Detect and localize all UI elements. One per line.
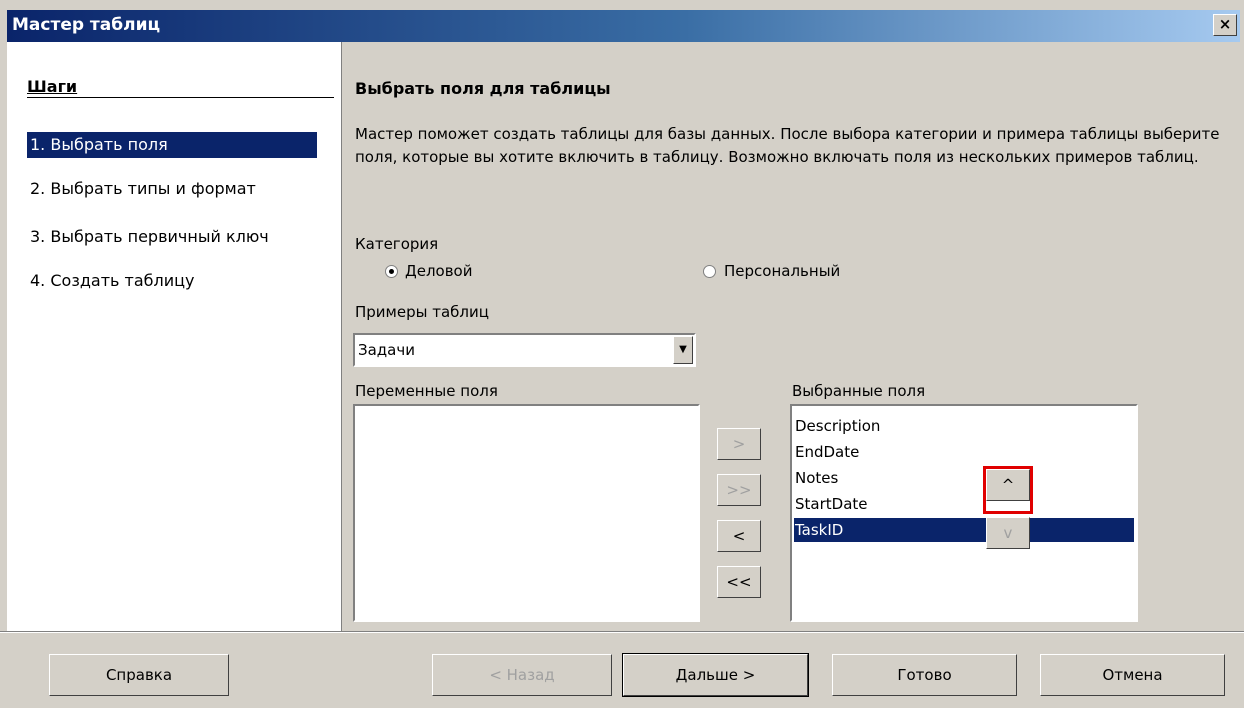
steps-panel bbox=[7, 42, 341, 631]
help-button[interactable]: Справка bbox=[49, 654, 229, 696]
steps-header: Шаги bbox=[27, 77, 78, 96]
title-bar[interactable]: Мастер таблиц × bbox=[7, 10, 1240, 42]
footer-separator bbox=[0, 631, 1244, 633]
step-create-table[interactable]: 4. Создать таблицу bbox=[27, 268, 317, 294]
next-button[interactable]: Дальше > bbox=[622, 653, 809, 697]
sample-tables-label: Примеры таблиц bbox=[355, 303, 489, 321]
step-primary-key[interactable]: 3. Выбрать первичный ключ bbox=[27, 224, 317, 250]
selected-fields-list[interactable]: Description EndDate Notes StartDate Task… bbox=[790, 404, 1138, 622]
page-heading: Выбрать поля для таблицы bbox=[355, 79, 611, 98]
list-item[interactable]: StartDate bbox=[794, 492, 1134, 516]
sample-tables-value: Задачи bbox=[358, 341, 415, 359]
list-item[interactable]: Notes bbox=[794, 466, 1134, 490]
steps-divider bbox=[27, 97, 334, 98]
list-item[interactable]: EndDate bbox=[794, 440, 1134, 464]
window-title: Мастер таблиц bbox=[12, 15, 161, 35]
radio-business[interactable] bbox=[385, 265, 398, 278]
sample-tables-select[interactable]: Задачи ▼ bbox=[353, 333, 696, 367]
page-description: Мастер поможет создать таблицы для базы … bbox=[355, 125, 1220, 166]
list-item[interactable]: Description bbox=[794, 414, 1134, 438]
radio-personal-label[interactable]: Персональный bbox=[724, 262, 840, 280]
radio-personal[interactable] bbox=[703, 265, 716, 278]
step-select-types[interactable]: 2. Выбрать типы и формат bbox=[27, 176, 317, 202]
table-wizard-dialog: Мастер таблиц × Шаги 1. Выбрать поля 2. … bbox=[0, 0, 1244, 708]
highlight-box bbox=[983, 466, 1033, 514]
chevron-down-icon[interactable]: ▼ bbox=[673, 336, 693, 364]
available-fields-label: Переменные поля bbox=[355, 382, 498, 400]
move-down-button[interactable]: v bbox=[986, 517, 1030, 549]
vertical-separator bbox=[341, 42, 342, 631]
add-all-fields-button[interactable]: >> bbox=[717, 474, 761, 506]
remove-field-button[interactable]: < bbox=[717, 520, 761, 552]
back-button[interactable]: < Назад bbox=[432, 654, 612, 696]
add-field-button[interactable]: > bbox=[717, 428, 761, 460]
step-select-fields[interactable]: 1. Выбрать поля bbox=[27, 132, 317, 158]
finish-button[interactable]: Готово bbox=[832, 654, 1017, 696]
selected-fields-label: Выбранные поля bbox=[792, 382, 926, 400]
list-item-selected[interactable]: TaskID bbox=[794, 518, 1134, 542]
radio-business-label[interactable]: Деловой bbox=[405, 262, 472, 280]
category-label: Категория bbox=[355, 235, 439, 253]
remove-all-fields-button[interactable]: << bbox=[717, 566, 761, 598]
cancel-button[interactable]: Отмена bbox=[1040, 654, 1225, 696]
available-fields-list[interactable] bbox=[353, 404, 700, 622]
close-icon[interactable]: × bbox=[1213, 14, 1237, 36]
